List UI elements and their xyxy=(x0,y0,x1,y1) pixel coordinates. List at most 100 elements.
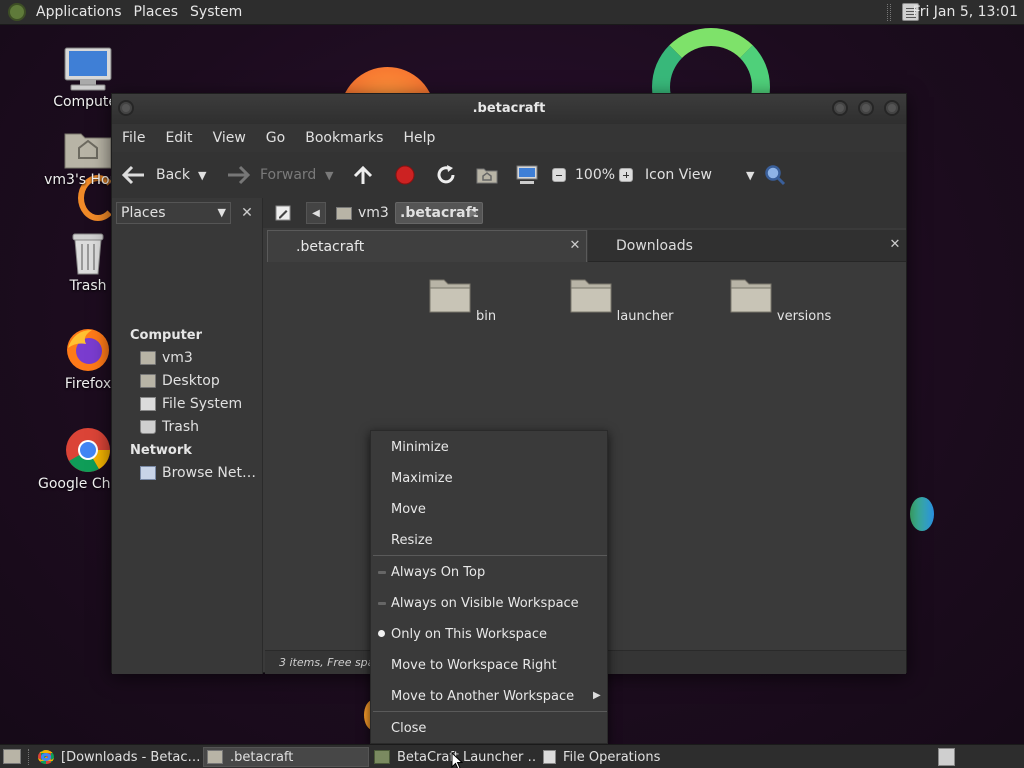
menu-item-close[interactable]: Close xyxy=(391,721,426,736)
top-panel: Applications Places System Fri Jan 5, 13… xyxy=(0,0,1024,25)
panel-handle xyxy=(28,749,31,765)
back-arrow-icon xyxy=(122,165,144,185)
minimize-button[interactable] xyxy=(832,100,848,116)
zoom-in-button[interactable] xyxy=(619,152,633,198)
path-segment-label: vm3 xyxy=(358,205,389,221)
back-history-dropdown[interactable]: ▼ xyxy=(198,152,206,198)
folder-label: launcher xyxy=(616,309,674,324)
computer-button[interactable] xyxy=(516,152,538,198)
sidebar-type-select[interactable]: Places ▼ xyxy=(116,202,231,224)
search-button[interactable] xyxy=(764,152,786,198)
sidebar-item-browse-network[interactable]: Browse Net… xyxy=(140,465,256,481)
folder-item[interactable]: bin xyxy=(402,274,522,324)
window-titlebar[interactable]: .betacraft xyxy=(112,94,906,124)
panel-separator xyxy=(887,4,891,21)
zoom-out-button[interactable] xyxy=(552,152,566,198)
reload-button[interactable] xyxy=(435,152,457,198)
workspace-switcher[interactable] xyxy=(938,748,955,766)
back-button[interactable]: Back xyxy=(122,152,190,198)
tab-close-button[interactable]: ✕ xyxy=(568,239,582,253)
forward-button[interactable]: Forward xyxy=(226,152,316,198)
clock[interactable]: Fri Jan 5, 13:01 xyxy=(913,4,1018,20)
sidebar-item-label: Desktop xyxy=(162,373,220,389)
menu-item-move[interactable]: Move xyxy=(391,502,426,517)
path-scroll-right[interactable]: ▶ xyxy=(470,202,478,224)
menu-system[interactable]: System xyxy=(184,4,248,20)
task-betacraft-folder[interactable]: .betacraft xyxy=(203,747,369,767)
path-scroll-left[interactable]: ◀ xyxy=(306,202,326,224)
folder-item[interactable]: versions xyxy=(720,274,840,324)
edit-pencil-icon xyxy=(275,205,291,221)
edit-location-button[interactable] xyxy=(272,202,294,224)
task-downloads-chrome[interactable]: [Downloads - Betac… xyxy=(38,747,200,767)
home-button[interactable] xyxy=(476,152,498,198)
task-file-operations[interactable]: File Operations xyxy=(543,747,693,767)
menu-go[interactable]: Go xyxy=(256,130,295,146)
close-button[interactable] xyxy=(884,100,900,116)
zoom-level[interactable]: 100% xyxy=(575,152,615,198)
menu-view[interactable]: View xyxy=(203,130,256,146)
tab-downloads[interactable]: Downloads ✕ xyxy=(588,230,906,262)
menu-item-move-to-workspace-right[interactable]: Move to Workspace Right xyxy=(391,658,557,673)
java-app-icon xyxy=(374,750,390,764)
distro-logo-icon[interactable] xyxy=(8,3,26,21)
folder-item[interactable]: launcher xyxy=(561,274,681,324)
drive-icon xyxy=(140,397,156,411)
stop-button[interactable] xyxy=(395,152,415,198)
chevron-down-icon: ▼ xyxy=(745,168,755,182)
radio-selected-icon xyxy=(378,630,385,637)
show-desktop-icon[interactable] xyxy=(3,749,21,764)
network-icon xyxy=(140,466,156,480)
menu-item-resize[interactable]: Resize xyxy=(391,533,433,548)
folder-icon xyxy=(570,279,612,313)
menu-help[interactable]: Help xyxy=(393,130,445,146)
stop-icon xyxy=(395,165,415,185)
sidebar-item-label: Browse Net… xyxy=(162,465,257,481)
menu-places[interactable]: Places xyxy=(128,4,185,20)
firefox-icon xyxy=(67,329,109,371)
task-label: File Operations xyxy=(563,749,661,765)
tab-close-button[interactable]: ✕ xyxy=(888,238,902,252)
chevron-down-icon: ▼ xyxy=(217,206,226,219)
sidebar-header-network: Network xyxy=(130,443,192,458)
path-segment-vm3[interactable]: vm3 xyxy=(336,202,389,224)
up-arrow-icon xyxy=(353,165,373,184)
computer-icon xyxy=(64,47,112,91)
window-context-menu: Minimize Maximize Move Resize Always On … xyxy=(370,430,608,744)
window-title: .betacraft xyxy=(472,101,546,116)
mouse-cursor-icon xyxy=(451,752,463,768)
sidebar-item-file-system[interactable]: File System xyxy=(140,396,242,412)
sidebar-item-trash[interactable]: Trash xyxy=(140,419,199,435)
chrome-icon xyxy=(38,750,54,764)
sidebar-item-vm3[interactable]: vm3 xyxy=(140,350,193,366)
search-icon xyxy=(765,165,786,186)
sidebar-close-button[interactable]: ✕ xyxy=(236,202,258,224)
tab-label: Downloads xyxy=(616,237,693,254)
menu-item-only-on-this-workspace[interactable]: Only on This Workspace xyxy=(391,627,547,642)
menu-item-minimize[interactable]: Minimize xyxy=(391,440,449,455)
sidebar-item-desktop[interactable]: Desktop xyxy=(140,373,220,389)
menu-item-move-to-another-workspace[interactable]: Move to Another Workspace xyxy=(391,689,574,704)
menu-edit[interactable]: Edit xyxy=(155,130,202,146)
task-label: [Downloads - Betac… xyxy=(61,749,200,765)
wallpaper-blue-shape xyxy=(910,497,934,531)
home-folder-icon xyxy=(140,351,156,365)
menu-separator xyxy=(373,555,607,556)
back-label: Back xyxy=(156,167,190,183)
menu-item-always-on-visible-workspace[interactable]: Always on Visible Workspace xyxy=(391,596,579,611)
forward-history-dropdown[interactable]: ▼ xyxy=(325,152,333,198)
tab-betacraft[interactable]: .betacraft ✕ xyxy=(267,230,587,262)
menu-item-always-on-top[interactable]: Always On Top xyxy=(391,565,485,580)
view-mode-select[interactable]: Icon View ▼ xyxy=(645,152,754,198)
file-operations-icon xyxy=(543,750,556,764)
menu-file[interactable]: File xyxy=(112,130,155,146)
menu-bookmarks[interactable]: Bookmarks xyxy=(295,130,393,146)
zoom-in-icon xyxy=(619,168,633,182)
menu-applications[interactable]: Applications xyxy=(30,4,128,20)
maximize-button[interactable] xyxy=(858,100,874,116)
sidebar-header-computer: Computer xyxy=(130,328,203,343)
sidebar-item-label: Trash xyxy=(162,419,199,435)
tab-label: .betacraft xyxy=(296,238,365,255)
up-button[interactable] xyxy=(352,152,374,198)
menu-item-maximize[interactable]: Maximize xyxy=(391,471,453,486)
